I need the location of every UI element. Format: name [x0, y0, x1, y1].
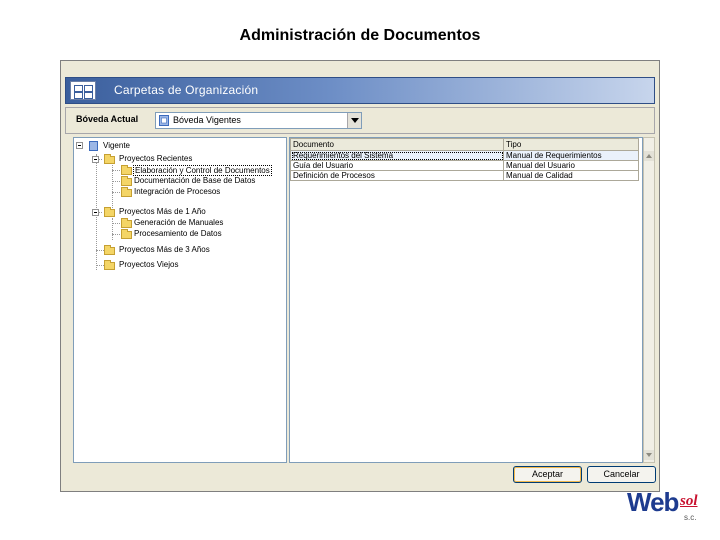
folder-icon — [121, 176, 132, 186]
table-cell[interactable]: Definición de Procesos — [290, 170, 504, 181]
tree-item-elaboracion[interactable]: Elaboración y Control de Documentos — [133, 165, 272, 176]
tree-item-procesamiento[interactable]: Procesamiento de Datos — [134, 229, 222, 238]
vault-icon — [89, 141, 98, 151]
accept-button[interactable]: Aceptar — [513, 466, 582, 483]
tree-item-proyectos-3-anios[interactable]: Proyectos Más de 3 Años — [119, 245, 210, 254]
document-dialog: Carpetas de Organización Bóveda Actual B… — [60, 60, 660, 492]
logo-web-text: Web — [627, 487, 679, 517]
table-cell[interactable]: Manual del Usuario — [503, 160, 639, 171]
documents-table: Documento Tipo Requerimientos del Sistem… — [290, 138, 639, 181]
collapse-icon[interactable] — [92, 209, 99, 216]
tree-item-documentacion[interactable]: Documentación de Base de Datos — [134, 176, 255, 185]
scroll-down-icon[interactable] — [644, 450, 654, 460]
column-header-documento[interactable]: Documento — [290, 138, 504, 151]
vault-icon — [159, 115, 169, 126]
slide-title: Administración de Documentos — [239, 27, 481, 44]
table-cell[interactable]: Manual de Calidad — [503, 170, 639, 181]
boveda-row: Bóveda Actual Bóveda Vigentes — [65, 107, 655, 134]
folder-icon — [104, 245, 115, 255]
table-row[interactable]: Definición de Procesos Manual de Calidad — [290, 170, 639, 181]
dialog-header: Carpetas de Organización — [65, 77, 655, 104]
tree-item-proyectos-viejos[interactable]: Proyectos Viejos — [119, 260, 178, 269]
collapse-icon[interactable] — [76, 142, 83, 149]
folder-icon — [121, 165, 132, 175]
folders-icon — [70, 81, 96, 100]
websol-logo: Web sol s.c. — [627, 487, 705, 527]
table-cell[interactable]: Guía del Usuario — [290, 160, 504, 171]
table-row[interactable]: Requerimientos del Sistema Manual de Req… — [290, 150, 639, 161]
table-cell[interactable]: Requerimientos del Sistema — [290, 150, 504, 161]
vertical-scrollbar[interactable] — [643, 137, 655, 463]
tree-item-proyectos-recientes[interactable]: Proyectos Recientes — [119, 154, 192, 163]
dialog-title: Carpetas de Organización — [114, 83, 259, 97]
collapse-icon[interactable] — [92, 156, 99, 163]
boveda-selected-value: Bóveda Vigentes — [173, 115, 241, 125]
tree-item-proyectos-1-anio[interactable]: Proyectos Más de 1 Año — [119, 207, 206, 216]
table-row[interactable]: Guía del Usuario Manual del Usuario — [290, 160, 639, 171]
tree-item-integracion[interactable]: Integración de Procesos — [134, 187, 220, 196]
folder-tree: Vigente Proyectos Recientes Elaboración … — [73, 137, 287, 463]
tree-item-vigente[interactable]: Vigente — [103, 141, 130, 150]
boveda-label: Bóveda Actual — [76, 114, 139, 124]
folder-icon — [121, 187, 132, 197]
logo-suffix-text: s.c. — [684, 513, 697, 522]
chevron-down-icon[interactable] — [347, 113, 361, 128]
folder-icon — [104, 207, 115, 217]
logo-sol-text: sol — [680, 493, 698, 509]
tree-item-generacion[interactable]: Generación de Manuales — [134, 218, 223, 227]
boveda-select[interactable]: Bóveda Vigentes — [155, 112, 362, 129]
documents-grid: Documento Tipo Requerimientos del Sistem… — [289, 137, 643, 463]
scroll-up-icon[interactable] — [644, 151, 654, 161]
folder-icon — [121, 218, 132, 228]
column-header-tipo[interactable]: Tipo — [503, 138, 639, 151]
cancel-button[interactable]: Cancelar — [587, 466, 656, 483]
table-header-row: Documento Tipo — [290, 138, 639, 151]
table-cell[interactable]: Manual de Requerimientos — [503, 150, 639, 161]
folder-icon — [104, 260, 115, 270]
folder-icon — [104, 154, 115, 164]
folder-icon — [121, 229, 132, 239]
